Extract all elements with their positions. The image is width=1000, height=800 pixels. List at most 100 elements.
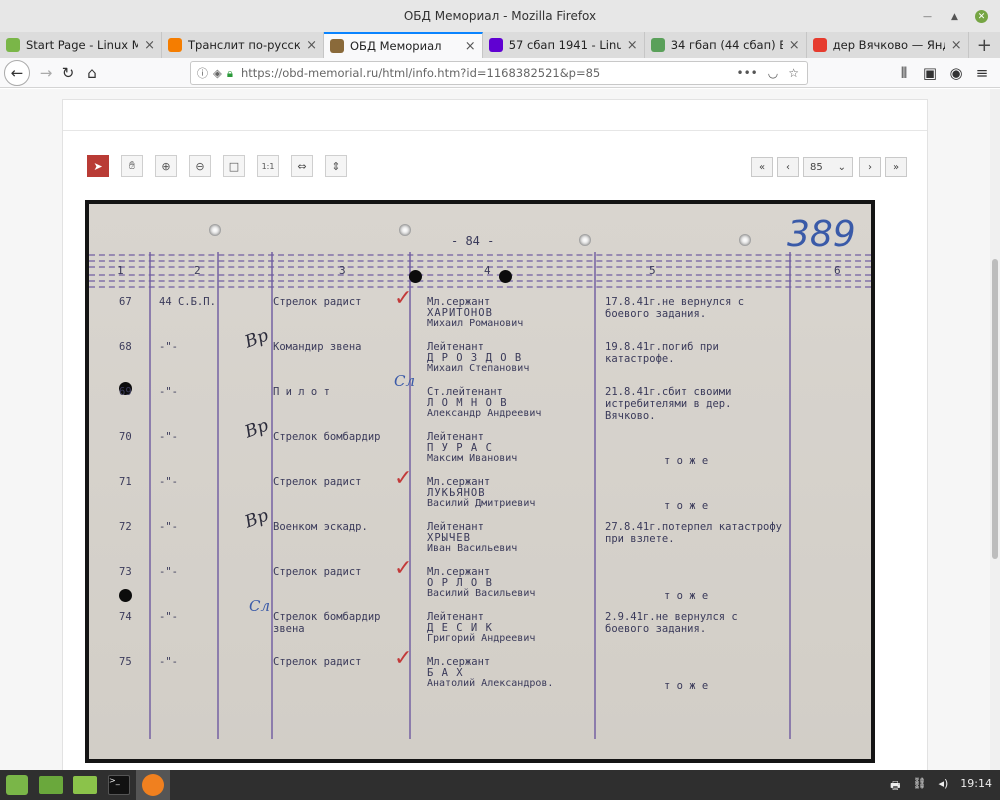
zoom-out-icon[interactable]: ⊖ (189, 155, 211, 177)
row-number: 75 (119, 656, 132, 668)
fit-width-icon[interactable]: ⇔ (291, 155, 313, 177)
vertical-scrollbar[interactable] (990, 89, 1000, 770)
row-given-name: Василий Васильевич (427, 588, 536, 599)
pocket-icon[interactable]: ◡ (768, 66, 778, 80)
handwritten-mark: Вр (242, 415, 272, 443)
pointer-tool-icon[interactable]: ➤ (87, 155, 109, 177)
punch-hole (399, 224, 411, 236)
tab-4[interactable]: 34 гбап (44 сбап) ВВС КБФ × (645, 32, 807, 58)
first-page-button[interactable]: « (751, 157, 773, 177)
tab-5[interactable]: дер Вячково — Яндекс × (807, 32, 969, 58)
back-button[interactable]: ← (4, 60, 30, 86)
row-position: П и л о т (273, 386, 330, 398)
prev-page-button[interactable]: ‹ (777, 157, 799, 177)
red-check-mark: ✓ (394, 646, 413, 671)
firefox-taskbar-icon[interactable] (136, 770, 170, 800)
row-given-name: Григорий Андреевич (427, 633, 536, 644)
column-number: 2 (194, 264, 201, 277)
reload-button[interactable]: ↻ (56, 61, 80, 85)
close-tab-icon[interactable]: × (951, 38, 962, 53)
close-tab-icon[interactable]: × (306, 38, 317, 53)
tab-2[interactable]: ОБД Мемориал × (324, 32, 483, 58)
hand-tool-icon[interactable]: ✋︎ (121, 155, 143, 177)
close-tab-icon[interactable]: × (465, 39, 476, 54)
row-given-name: Василий Дмитриевич (427, 498, 536, 509)
library-icon[interactable]: ⫴ (892, 61, 916, 85)
page-select[interactable]: 85 ⌄ (803, 157, 853, 177)
files-icon[interactable] (68, 770, 102, 800)
sidebar-icon[interactable]: ▣ (918, 61, 942, 85)
row-number: 74 (119, 611, 132, 623)
page-actions-icon[interactable]: ••• (737, 66, 758, 80)
close-tab-icon[interactable]: × (627, 38, 638, 53)
row-given-name: Михаил Романович (427, 318, 524, 329)
fit-height-icon[interactable]: ⇕ (325, 155, 347, 177)
row-position: Военком эскадр. (273, 521, 368, 533)
red-check-mark: ✓ (394, 286, 413, 311)
row-number: 68 (119, 341, 132, 353)
url-bar[interactable]: ⓘ ◈ 🔒︎ https://obd-memorial.ru/html/info… (190, 61, 808, 85)
info-icon[interactable]: ⓘ (197, 65, 208, 81)
close-tab-icon[interactable]: × (144, 38, 155, 53)
tracking-shield-icon[interactable]: ◈ (213, 66, 222, 80)
row-number: 71 (119, 476, 132, 488)
row-number: 69 (119, 386, 132, 398)
red-check-mark: ✓ (394, 556, 413, 581)
tab-1[interactable]: Транслит по-русски × (162, 32, 324, 58)
red-check-mark: ✓ (394, 466, 413, 491)
navigation-toolbar: ← → ↻ ⌂ ⓘ ◈ 🔒︎ https://obd-memorial.ru/h… (0, 58, 1000, 88)
mint-menu-icon[interactable] (0, 770, 34, 800)
zoom-in-icon[interactable]: ⊕ (155, 155, 177, 177)
actual-size-icon[interactable]: 1:1 (257, 155, 279, 177)
fit-page-icon[interactable]: □ (223, 155, 245, 177)
close-window-icon[interactable]: ✕ (975, 10, 988, 23)
header-rule (89, 266, 871, 268)
printer-icon[interactable]: 🖶︎ (890, 777, 900, 796)
tab-label: 34 гбап (44 сбап) ВВС КБФ (670, 38, 783, 52)
show-desktop-icon[interactable] (34, 770, 68, 800)
row-unit: -"- (159, 431, 178, 443)
maximize-icon[interactable]: ▲ (948, 10, 961, 23)
forward-button[interactable]: → (34, 61, 58, 85)
account-icon[interactable]: ◉ (944, 61, 968, 85)
blue-handwritten-mark: Сл (249, 597, 271, 615)
page-content: ➤ ✋︎ ⊕ ⊖ □ 1:1 ⇔ ⇕ « ‹ 85 ⌄ › » - 84 - 389… (0, 89, 990, 770)
next-page-button[interactable]: › (859, 157, 881, 177)
column-rule (217, 252, 219, 739)
terminal-icon[interactable]: >_ (102, 770, 136, 800)
punch-hole (209, 224, 221, 236)
row-fate: 2.9.41г.не вернулся с боевого задания. (605, 611, 738, 635)
row-unit: -"- (159, 386, 178, 398)
new-tab-button[interactable]: + (969, 32, 1000, 58)
row-number: 72 (119, 521, 132, 533)
volume-icon[interactable]: ◂) (938, 777, 948, 796)
yahoo-icon (488, 38, 503, 52)
column-rule (594, 252, 596, 739)
row-unit: 44 С.Б.П. (159, 296, 216, 308)
bookmark-star-icon[interactable]: ☆ (788, 66, 799, 80)
document-scan[interactable]: - 84 - 389 1 2 3 4 5 6 67 44 С.Б.П. Стрелок радист… (85, 200, 875, 763)
header-rule (89, 260, 871, 262)
row-position: Командир звена (273, 341, 362, 353)
clock[interactable]: 19:14 (960, 777, 992, 796)
minimize-icon[interactable]: — (921, 10, 934, 23)
tab-0[interactable]: Start Page - Linux Mint × (0, 32, 162, 58)
tab-3[interactable]: 57 сбап 1941 - LinuxMint × (483, 32, 645, 58)
row-unit: -"- (159, 656, 178, 668)
last-page-button[interactable]: » (885, 157, 907, 177)
scrollbar-thumb[interactable] (992, 259, 998, 559)
column-number: 1 (117, 264, 124, 277)
row-fate: т о ж е (664, 590, 709, 602)
url-text[interactable]: https://obd-memorial.ru/html/info.htm?id… (241, 66, 600, 80)
close-tab-icon[interactable]: × (789, 38, 800, 53)
blogger-icon (168, 38, 182, 52)
home-button[interactable]: ⌂ (80, 61, 104, 85)
row-position: Стрелок радист (273, 476, 362, 488)
row-unit: -"- (159, 521, 178, 533)
menu-icon[interactable]: ≡ (970, 61, 994, 85)
tab-label: ОБД Мемориал (350, 39, 442, 53)
network-icon[interactable]: ⛓︎ (913, 777, 927, 796)
chevron-down-icon: ⌄ (837, 161, 846, 173)
row-given-name: Максим Иванович (427, 453, 518, 464)
column-number: 5 (649, 264, 656, 277)
